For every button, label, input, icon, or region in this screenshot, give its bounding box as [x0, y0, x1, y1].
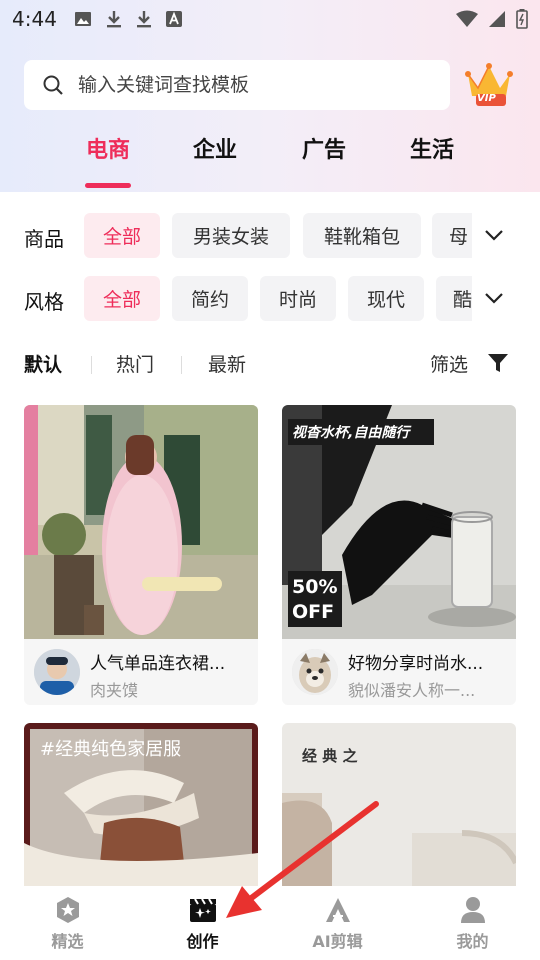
- tab-ecommerce[interactable]: 电商: [63, 132, 153, 164]
- sort-bar: 默认 热门 最新 筛选: [0, 346, 540, 382]
- template-thumbnail: #经典纯色家居服: [24, 723, 258, 886]
- status-time: 4:44: [12, 7, 57, 31]
- active-tab-indicator: [85, 183, 131, 188]
- tab-life[interactable]: 生活: [387, 132, 477, 164]
- chip-product-clothing[interactable]: 男装女装: [172, 213, 290, 258]
- nav-ai-edit-label: AI剪辑: [312, 932, 363, 951]
- nav-create[interactable]: 创作: [135, 886, 270, 960]
- image-icon: [75, 12, 91, 26]
- chip-style-all[interactable]: 全部: [84, 276, 160, 321]
- template-thumbnail: 视杳水杯,自由随行 50% OFF: [282, 405, 516, 639]
- ai-logo-icon: [325, 898, 350, 922]
- vip-label: VIP: [477, 93, 496, 104]
- sort-divider: [91, 356, 92, 374]
- discount-badge-off: OFF: [292, 601, 335, 623]
- vip-button[interactable]: VIP: [462, 60, 516, 110]
- star-badge-icon: [56, 897, 79, 923]
- nav-profile[interactable]: 我的: [405, 886, 540, 960]
- nav-create-label: 创作: [186, 932, 219, 951]
- template-author: 肉夹馍: [90, 681, 139, 700]
- filter-button[interactable]: 筛选: [430, 350, 468, 377]
- author-avatar: [292, 649, 338, 695]
- app-a-icon: [166, 11, 182, 27]
- author-avatar: [34, 649, 80, 695]
- template-author: 貌似潘安人称一...: [348, 681, 476, 700]
- filter-funnel-icon[interactable]: [487, 352, 509, 374]
- nav-profile-label: 我的: [456, 932, 489, 951]
- product-filter-label: 商品: [24, 227, 64, 251]
- nav-featured-label: 精选: [51, 932, 84, 951]
- chip-style-cool[interactable]: 酷: [436, 276, 472, 321]
- chip-product-mother[interactable]: 母: [432, 213, 472, 258]
- template-thumbnail: [24, 405, 258, 639]
- chip-product-shoes-bags[interactable]: 鞋靴箱包: [303, 213, 421, 258]
- thumbnail-overlay-text: 视杳水杯,自由随行: [292, 425, 410, 441]
- nav-featured[interactable]: 精选: [0, 886, 135, 960]
- sort-popular[interactable]: 热门: [116, 350, 154, 377]
- tab-enterprise[interactable]: 企业: [170, 132, 260, 164]
- sort-latest[interactable]: 最新: [208, 350, 246, 377]
- notification-icons: [74, 10, 182, 28]
- style-filter-row: 风格 全部 简约 时尚 现代 酷: [0, 276, 540, 322]
- category-tabs: 电商 企业 广告 生活: [0, 132, 540, 188]
- search-bar[interactable]: [24, 60, 450, 110]
- template-title: 人气单品连衣裙...: [90, 654, 226, 674]
- download-icon: [107, 11, 121, 28]
- chip-style-simple[interactable]: 简约: [172, 276, 248, 321]
- sort-default[interactable]: 默认: [24, 350, 62, 377]
- template-card[interactable]: 人气单品连衣裙... 肉夹馍: [24, 405, 258, 705]
- thumbnail-overlay-text: #经典纯色家居服: [40, 739, 182, 760]
- tab-advertising[interactable]: 广告: [279, 132, 369, 164]
- template-card[interactable]: #经典纯色家居服: [24, 723, 258, 886]
- nav-ai-edit[interactable]: AI剪辑: [270, 886, 405, 960]
- style-filter-label: 风格: [24, 290, 64, 314]
- discount-badge-percent: 50%: [292, 576, 338, 598]
- clapperboard-icon: [189, 898, 216, 922]
- search-input[interactable]: [78, 74, 418, 96]
- user-icon: [460, 897, 485, 923]
- template-card[interactable]: 视杳水杯,自由随行 50% OFF 好物分享时尚水... 貌似潘安人称一...: [282, 405, 516, 705]
- chip-style-fashion[interactable]: 时尚: [260, 276, 336, 321]
- template-card[interactable]: 经 典 之: [282, 723, 516, 886]
- chip-style-modern[interactable]: 现代: [348, 276, 424, 321]
- bottom-navigation: 精选 创作 AI剪辑 我的: [0, 886, 540, 960]
- chevron-down-icon[interactable]: [484, 288, 504, 308]
- sort-divider: [181, 356, 182, 374]
- battery-icon: [516, 9, 528, 29]
- chevron-down-icon[interactable]: [484, 225, 504, 245]
- product-filter-row: 商品 全部 男装女装 鞋靴箱包 母: [0, 213, 540, 259]
- style-chips: 全部 简约 时尚 现代 酷: [84, 276, 472, 322]
- template-thumbnail: 经 典 之: [282, 723, 516, 886]
- status-bar: 4:44: [0, 0, 540, 38]
- search-icon: [43, 75, 63, 95]
- product-chips: 全部 男装女装 鞋靴箱包 母: [84, 213, 472, 259]
- thumbnail-overlay-text: 经 典 之: [302, 747, 358, 765]
- download-icon: [137, 11, 151, 28]
- signal-icon: [489, 11, 505, 27]
- template-title: 好物分享时尚水...: [348, 654, 484, 674]
- chip-product-all[interactable]: 全部: [84, 213, 160, 258]
- system-icons: [456, 9, 528, 29]
- wifi-icon: [456, 10, 478, 27]
